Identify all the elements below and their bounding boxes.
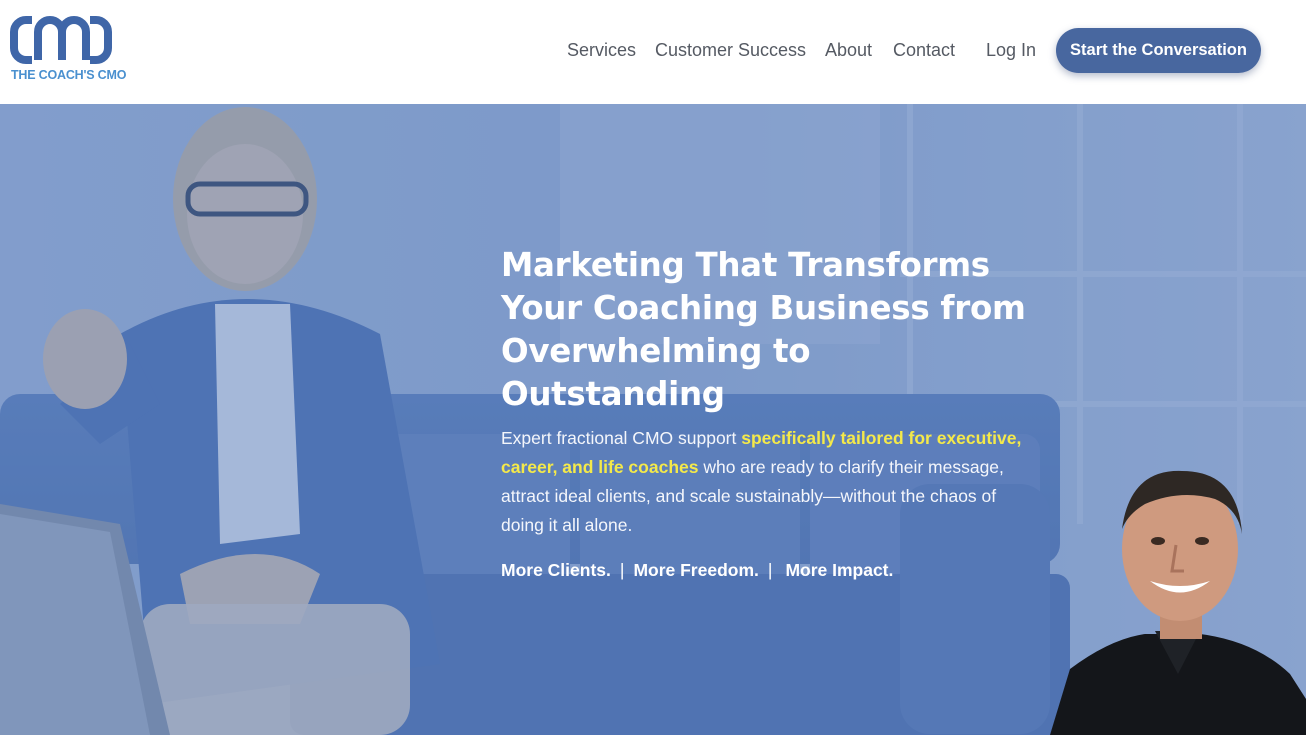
nav-customer-success[interactable]: Customer Success bbox=[655, 38, 806, 62]
hero-content: Marketing That Transforms Your Coaching … bbox=[501, 244, 1041, 581]
hero-title-line-2: Your Coaching Business from bbox=[501, 289, 1026, 327]
start-conversation-button[interactable]: Start the Conversation bbox=[1056, 28, 1261, 73]
nav-services[interactable]: Services bbox=[567, 38, 636, 62]
tagline-more-freedom: More Freedom. bbox=[633, 560, 759, 580]
hero-section: Marketing That Transforms Your Coaching … bbox=[0, 104, 1306, 735]
nav-contact[interactable]: Contact bbox=[893, 38, 955, 62]
hero-title: Marketing That Transforms Your Coaching … bbox=[501, 244, 1041, 416]
tagline-separator: | bbox=[619, 560, 625, 580]
logo-tagline: THE COACH'S CMO bbox=[11, 68, 127, 82]
hero-title-line-3: Overwhelming to Outstanding bbox=[501, 332, 811, 413]
coach-portrait-image bbox=[1050, 470, 1306, 735]
logo[interactable]: THE COACH'S CMO bbox=[10, 15, 126, 85]
hero-description: Expert fractional CMO support specifical… bbox=[501, 424, 1026, 540]
tagline-more-impact: More Impact. bbox=[785, 560, 894, 580]
tagline-separator: | bbox=[767, 560, 773, 580]
site-header: THE COACH'S CMO Services Customer Succes… bbox=[0, 0, 1306, 104]
nav-about[interactable]: About bbox=[825, 38, 872, 62]
tagline-more-clients: More Clients. bbox=[501, 560, 611, 580]
nav-log-in[interactable]: Log In bbox=[986, 38, 1036, 62]
hero-title-line-1: Marketing That Transforms bbox=[501, 246, 990, 284]
hero-description-intro: Expert fractional CMO support bbox=[501, 428, 742, 448]
hero-taglines: More Clients. | More Freedom. | More Impact. bbox=[501, 560, 1041, 581]
cmo-logo-icon bbox=[10, 16, 112, 64]
